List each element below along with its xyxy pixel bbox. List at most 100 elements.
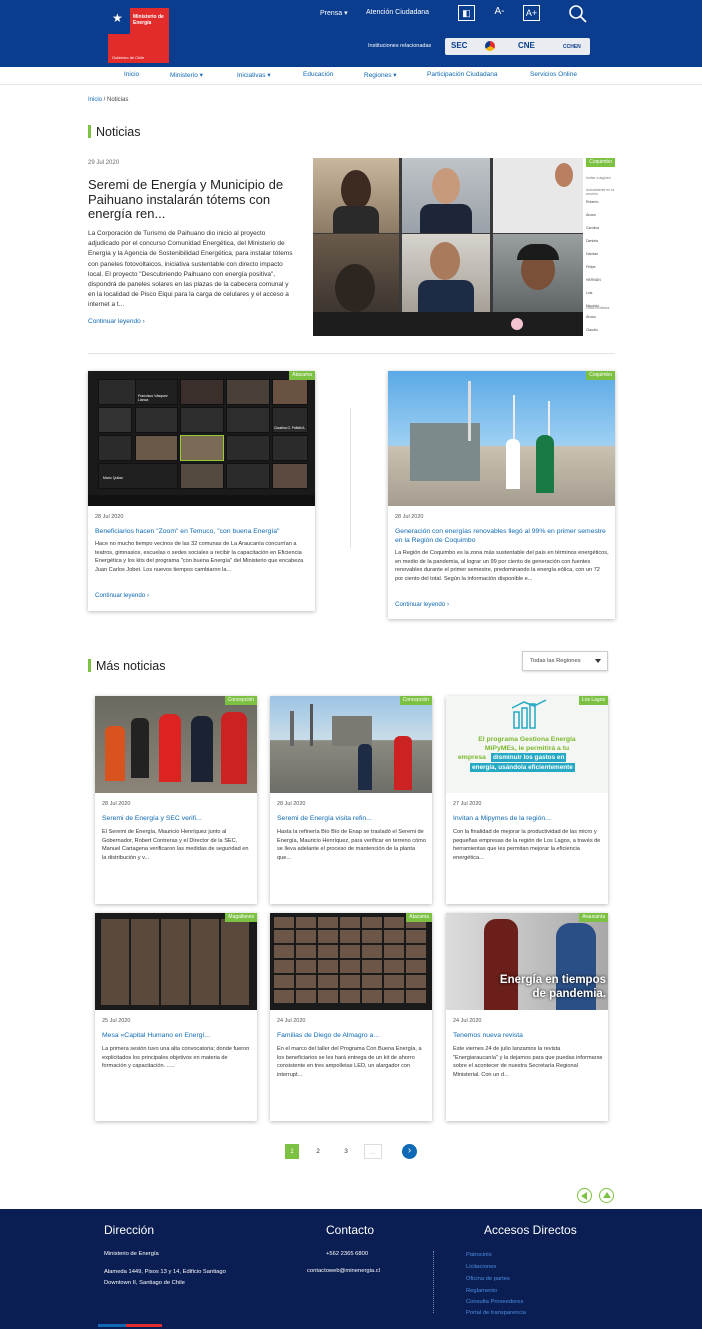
- prensa-link[interactable]: Prensa ▾: [320, 9, 348, 17]
- video-tile: [402, 234, 490, 312]
- heading-accent: [88, 125, 91, 138]
- video-tile: [493, 234, 583, 312]
- region-tag: Araucanía: [579, 913, 608, 922]
- news-card[interactable]: Francisco Vásquez Llanca Claudina G. Pof…: [88, 371, 315, 611]
- back-arrow-icon[interactable]: [577, 1188, 592, 1203]
- card-title[interactable]: Generación con energías renovables llegó…: [395, 527, 608, 545]
- next-page-icon[interactable]: ›: [402, 1144, 417, 1159]
- scroll-top-icon[interactable]: [599, 1188, 614, 1203]
- footer-flag-red: [126, 1324, 162, 1327]
- page-3[interactable]: 3: [339, 1144, 353, 1159]
- region-tag: Concepción: [399, 696, 432, 705]
- featured-title[interactable]: Seremi de Energía y Municipio de Paihuan…: [88, 177, 298, 222]
- nav-ministerio[interactable]: Ministerio ▾: [170, 71, 203, 79]
- footer-accesos-heading: Accesos Directos: [484, 1223, 577, 1237]
- page-ellipsis[interactable]: ...: [364, 1144, 382, 1159]
- video-tile: [313, 158, 399, 233]
- instituciones-links: SEC CNE CCHEN: [445, 38, 590, 55]
- star-icon: ★: [112, 11, 123, 25]
- card-text: El Seremi de Energía, Mauricio Henríquez…: [102, 829, 249, 861]
- nav-participacion[interactable]: Participación Ciudadana: [427, 71, 497, 78]
- card-text: La primera sesión tuvo una alta convocat…: [102, 1046, 250, 1070]
- card-date: 28 Jul 2020: [395, 514, 424, 520]
- featured-text: La Corporación de Turismo de Paihuano di…: [88, 230, 293, 309]
- video-tile: [313, 234, 399, 312]
- card-title[interactable]: Familias de Diego de Almagro a...: [277, 1031, 427, 1040]
- card-date: 28 Jul 2020: [277, 801, 306, 807]
- card-title[interactable]: Invitan a Mipymes de la región...: [453, 814, 603, 823]
- logo-text: Ministerio de Energía: [133, 14, 164, 26]
- footer-divider: [433, 1251, 434, 1313]
- participants-panel: Invitar a alguien Actualmente en la reun…: [583, 158, 615, 336]
- divider-vertical: [350, 408, 351, 548]
- page-2[interactable]: 2: [311, 1144, 325, 1159]
- site-footer: Dirección Ministerio de Energía Alameda …: [0, 1209, 702, 1329]
- heading-accent: [88, 659, 91, 672]
- footer-ministry-name: Ministerio de Energía: [104, 1251, 159, 1257]
- card-title[interactable]: Seremi de Energía visita refin...: [277, 814, 427, 823]
- font-increase-button[interactable]: A+: [523, 5, 540, 21]
- contrast-button[interactable]: ◧: [458, 5, 475, 21]
- footer-link-transparencia[interactable]: Portal de transparencia: [466, 1310, 526, 1316]
- card-text: Con la finalidad de mejorar la productiv…: [453, 829, 601, 861]
- footer-link-reglamento[interactable]: Reglamento: [466, 1288, 497, 1294]
- card-image: [388, 371, 615, 506]
- video-tile: [493, 158, 583, 233]
- region-tag: Atacama: [406, 913, 432, 922]
- news-card[interactable]: Atacama 24 Jul 2020 Familias de Diego de…: [270, 913, 432, 1121]
- card-continue-link[interactable]: Continuar leyendo ›: [395, 601, 449, 608]
- news-card[interactable]: Concepción 28 Jul 2020 Seremi de Energía…: [270, 696, 432, 904]
- chevron-down-icon: [595, 659, 601, 663]
- card-text: La Región de Coquimbo es la zona más sus…: [395, 550, 609, 582]
- card-image: El programa Gestiona Energía MiPyMEs, le …: [446, 696, 608, 793]
- card-image: [270, 913, 432, 1010]
- card-text: Hasta la refinería Bío Bío de Enap se tr…: [277, 829, 426, 861]
- footer-link-licitaciones[interactable]: Licitaciones: [466, 1264, 496, 1270]
- featured-continue-link[interactable]: Continuar leyendo ›: [88, 318, 145, 325]
- video-toolbar: [313, 312, 583, 336]
- news-card[interactable]: Energía en tiempos de pandemia. Araucanía…: [446, 913, 608, 1121]
- card-date: 27 Jul 2020: [453, 801, 482, 807]
- page-1[interactable]: 1: [285, 1144, 299, 1159]
- atencion-ciudadana-link[interactable]: Atención Ciudadana: [366, 9, 429, 16]
- news-card[interactable]: El programa Gestiona Energía MiPyMEs, le …: [446, 696, 608, 904]
- footer-link-oficina[interactable]: Oficina de partes: [466, 1276, 510, 1282]
- footer-phone[interactable]: +562 2365 6800: [326, 1249, 368, 1260]
- footer-email[interactable]: contactoweb@minenergia.cl: [307, 1266, 380, 1277]
- card-text: Este viernes 24 de julio lanzamos la rev…: [453, 1046, 603, 1078]
- nav-inicio[interactable]: Inicio: [124, 71, 139, 78]
- card-title[interactable]: Beneficiarios hacen "Zoom" en Temuco, "c…: [95, 527, 308, 536]
- footer-link-patrocinio[interactable]: Patrocinio: [466, 1252, 492, 1258]
- chart-icon: [511, 699, 547, 729]
- search-icon[interactable]: [568, 4, 588, 24]
- featured-image[interactable]: Invitar a alguien Actualmente en la reun…: [313, 158, 615, 336]
- region-tag: Los Lagos: [578, 696, 608, 705]
- card-image: Francisco Vásquez Llanca Claudina G. Pof…: [88, 371, 315, 506]
- news-card[interactable]: Concepción 28 Jul 2020 Seremi de Energía…: [95, 696, 257, 904]
- region-filter-select[interactable]: Todas las Regiones: [522, 651, 608, 671]
- news-card[interactable]: Coquimbo 28 Jul 2020 Generación con ener…: [388, 371, 615, 619]
- nav-iniciativas[interactable]: Iniciativas ▾: [237, 71, 271, 79]
- nav-regiones[interactable]: Regiones ▾: [364, 71, 397, 79]
- card-title[interactable]: Tenemos nueva revista: [453, 1031, 603, 1040]
- site-header: ★ Ministerio de Energía Gobierno de Chil…: [0, 0, 702, 67]
- nav-educacion[interactable]: Educación: [303, 71, 333, 78]
- card-image: [270, 696, 432, 793]
- card-continue-link[interactable]: Continuar leyendo ›: [95, 592, 149, 599]
- region-tag: Coquimbo: [586, 158, 615, 167]
- nav-servicios[interactable]: Servicios Online: [530, 71, 577, 78]
- institution-logo[interactable]: [485, 41, 495, 51]
- footer-link-proveedores[interactable]: Consulta Proveedores: [466, 1299, 523, 1305]
- card-image: [95, 696, 257, 793]
- font-decrease-button[interactable]: A-: [491, 5, 508, 21]
- sec-logo[interactable]: SEC: [451, 41, 467, 50]
- ministry-logo[interactable]: ★ Ministerio de Energía Gobierno de Chil…: [108, 8, 169, 63]
- breadcrumb-home[interactable]: Inicio: [88, 97, 102, 103]
- card-title[interactable]: Seremi de Energía y SEC verifi...: [102, 814, 252, 823]
- card-title[interactable]: Mesa «Capital Humano en Energí...: [102, 1031, 252, 1040]
- card-image: [95, 913, 257, 1010]
- cne-logo[interactable]: CNE: [518, 41, 535, 50]
- cchen-logo[interactable]: CCHEN: [563, 44, 581, 50]
- divider: [88, 353, 615, 354]
- news-card[interactable]: Magallanes 25 Jul 2020 Mesa «Capital Hum…: [95, 913, 257, 1121]
